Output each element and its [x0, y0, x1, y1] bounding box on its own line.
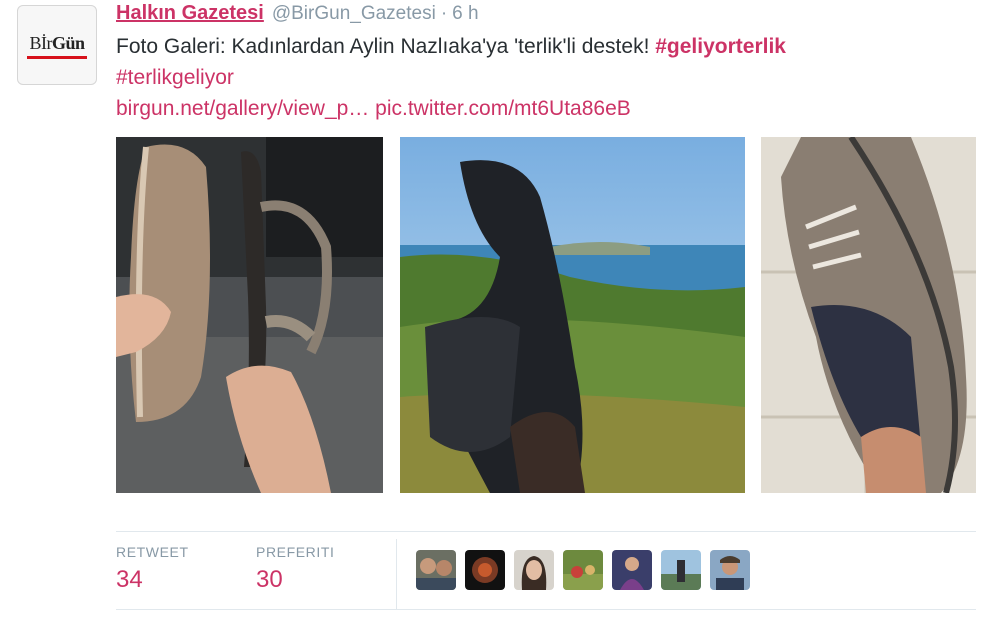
photo-2-image [400, 137, 745, 493]
stats-separator [396, 539, 397, 609]
favoriter-avatar-3[interactable] [514, 550, 554, 590]
favoriter-avatar-2[interactable] [465, 550, 505, 590]
favoriter-avatar-5[interactable] [612, 550, 652, 590]
favoriter-avatar-6[interactable] [661, 550, 701, 590]
espadrille-and-sandal-photo[interactable] [116, 137, 383, 493]
gallery-link[interactable]: birgun.net/gallery/view_p… [116, 97, 369, 120]
separator-dot: · [440, 3, 448, 24]
logo-underline [27, 56, 87, 59]
pic-link[interactable]: pic.twitter.com/mt6Uta86eB [375, 97, 631, 120]
tweet-line-1: Foto Galeri: Kadınlardan Aylin Nazlıaka'… [116, 31, 976, 62]
retweet-label: RETWEET [116, 544, 189, 560]
avatar[interactable]: Bİr Gün [17, 5, 97, 85]
photo-1-image [116, 137, 383, 493]
tweet-text: Foto Galeri: Kadınlardan Aylin Nazlıaka'… [116, 31, 976, 124]
tweet-text-body: Foto Galeri: Kadınlardan Aylin Nazlıaka'… [116, 35, 656, 58]
photo-3-image [761, 137, 976, 493]
hashtag-geliyorterlik[interactable]: #geliyorterlik [655, 35, 786, 58]
grey-sneaker-photo[interactable] [761, 137, 976, 493]
black-shoe-over-sea-photo[interactable] [400, 137, 745, 493]
author-handle[interactable]: @BirGun_Gazetesi [272, 3, 436, 25]
logo-part1: Bİr [29, 33, 52, 53]
favoriter-avatars [416, 550, 750, 590]
tweet-timestamp[interactable]: 6 h [452, 3, 478, 25]
favorite-stat[interactable]: PREFERITI 30 [256, 544, 335, 594]
favoriter-avatar-4[interactable] [563, 550, 603, 590]
favoriter-avatar-1[interactable] [416, 550, 456, 590]
tweet-header: Halkın Gazetesi @BirGun_Gazetesi · 6 h [116, 2, 479, 28]
birgun-logo: Bİr Gün [27, 33, 87, 59]
retweet-stat[interactable]: RETWEET 34 [116, 544, 189, 594]
tweet-line-2: #terlikgeliyor [116, 62, 976, 93]
favorite-count[interactable]: 30 [256, 566, 335, 594]
tweet-line-3: birgun.net/gallery/view_p… pic.twitter.c… [116, 93, 976, 124]
stats-bottom-divider [116, 609, 976, 610]
favorite-label: PREFERITI [256, 544, 335, 560]
author-name[interactable]: Halkın Gazetesi [116, 2, 264, 25]
hashtag-terlikgeliyor[interactable]: #terlikgeliyor [116, 66, 234, 89]
tweet-stats: RETWEET 34 PREFERITI 30 [116, 531, 976, 609]
logo-part2: Gün [51, 33, 85, 53]
favoriter-avatar-7[interactable] [710, 550, 750, 590]
retweet-count[interactable]: 34 [116, 566, 189, 594]
